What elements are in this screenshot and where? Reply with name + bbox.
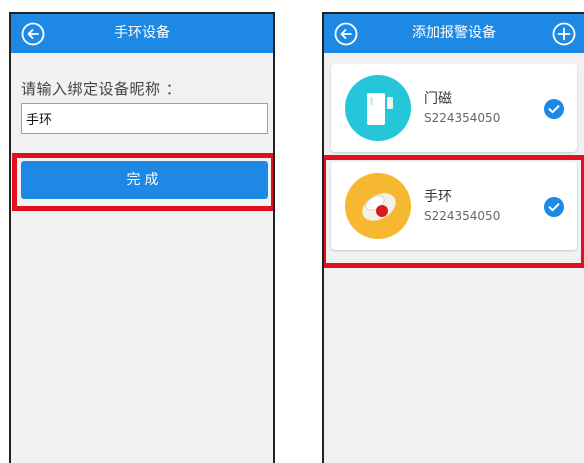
- check-icon[interactable]: [544, 99, 564, 119]
- phone-screen-add-alarm-device: 添加报警设备 门磁 S224354050 手环 S224354050: [322, 12, 584, 463]
- nickname-prompt-label: 请输入绑定设备昵称 ：: [21, 80, 182, 98]
- top-bar: 手环设备: [11, 14, 273, 53]
- page-title: 手环设备: [114, 25, 170, 41]
- page-title: 添加报警设备: [412, 25, 496, 41]
- device-name: 门磁: [424, 91, 452, 107]
- highlight-annotation: [324, 155, 584, 268]
- device-card-door-sensor[interactable]: 门磁 S224354050: [331, 64, 577, 152]
- nickname-input[interactable]: [21, 103, 268, 134]
- plus-icon: [552, 22, 576, 46]
- done-button[interactable]: 完成: [21, 161, 268, 199]
- door-sensor-icon: [345, 75, 411, 141]
- phone-screen-bind-device: 手环设备 请输入绑定设备昵称 ： 完成: [9, 12, 275, 463]
- device-serial: S224354050: [424, 111, 501, 125]
- add-button[interactable]: [552, 22, 576, 46]
- top-bar: 添加报警设备: [324, 14, 584, 53]
